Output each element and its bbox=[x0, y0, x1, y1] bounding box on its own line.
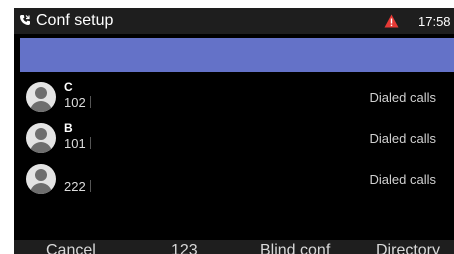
cancel-softkey[interactable]: Cancel bbox=[46, 242, 96, 254]
blind-conf-softkey[interactable]: Blind conf bbox=[260, 242, 330, 254]
warning-icon[interactable] bbox=[384, 14, 399, 28]
softkey-bar: Cancel 123 Blind conf Directory bbox=[14, 240, 454, 254]
contact-list: C 102 Dialed calls B 101 Dialed calls 22… bbox=[14, 78, 454, 201]
list-item[interactable]: B 101 Dialed calls bbox=[14, 119, 454, 160]
directory-softkey[interactable]: Directory bbox=[376, 242, 440, 254]
call-type-label: Dialed calls bbox=[369, 131, 436, 146]
list-item[interactable]: C 102 Dialed calls bbox=[14, 78, 454, 119]
call-type-label: Dialed calls bbox=[369, 90, 436, 105]
contact-number: 102 bbox=[64, 95, 91, 110]
avatar-icon bbox=[26, 82, 56, 112]
avatar-icon bbox=[26, 164, 56, 194]
list-item[interactable]: 222 Dialed calls bbox=[14, 160, 454, 201]
avatar-icon bbox=[26, 123, 56, 153]
contact-number: 222 bbox=[64, 179, 91, 194]
contact-number: 101 bbox=[64, 136, 91, 151]
conf-setup-screen: Conf setup 17:58 C 102 Dialed calls B 10… bbox=[14, 8, 454, 254]
call-type-label: Dialed calls bbox=[369, 172, 436, 187]
screen-title: Conf setup bbox=[36, 12, 114, 29]
contact-name: B bbox=[64, 121, 73, 135]
clock-time: 17:58 bbox=[418, 14, 451, 29]
123-softkey[interactable]: 123 bbox=[171, 242, 198, 254]
status-bar: Conf setup 17:58 bbox=[14, 8, 454, 34]
contact-name: C bbox=[64, 80, 73, 94]
phone-icon bbox=[20, 15, 30, 25]
dial-input-field[interactable] bbox=[20, 38, 454, 72]
